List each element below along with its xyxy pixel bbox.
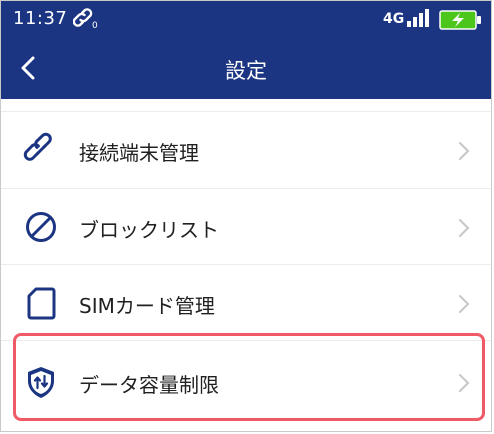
- settings-item-label: データ容量制限: [79, 373, 219, 397]
- signal-icon: [405, 7, 431, 33]
- settings-item-label: 接続端末管理: [79, 141, 199, 165]
- page-title: 設定: [225, 59, 267, 83]
- status-time: 11:37: [13, 8, 68, 29]
- network-type: 4G: [383, 11, 405, 27]
- status-bar: 11:37 0 4G: [1, 1, 491, 37]
- block-icon: [23, 209, 59, 245]
- chevron-right-icon: [457, 218, 471, 242]
- chevron-right-icon: [457, 373, 471, 397]
- link-icon: [23, 132, 59, 168]
- battery-charging-icon: [439, 10, 483, 34]
- chevron-right-icon: [457, 141, 471, 165]
- divider: [1, 340, 491, 341]
- screen: 11:37 0 4G 設定 接続端末管理 ブロックリスト SIMカード管理 デー…: [0, 0, 492, 432]
- svg-text:0: 0: [92, 21, 98, 30]
- data-limit-shield-icon: [23, 364, 59, 400]
- settings-item-label: SIMカード管理: [79, 294, 215, 318]
- sim-card-icon: [23, 285, 59, 321]
- settings-item-connected-devices[interactable]: 接続端末管理: [1, 112, 491, 188]
- settings-item-label: ブロックリスト: [79, 218, 219, 242]
- app-bar: 設定: [1, 37, 491, 99]
- chevron-right-icon: [457, 294, 471, 318]
- settings-item-data-limit[interactable]: データ容量制限: [1, 344, 491, 420]
- settings-item-block-list[interactable]: ブロックリスト: [1, 189, 491, 265]
- settings-list: 接続端末管理 ブロックリスト SIMカード管理 データ容量制限: [1, 99, 491, 431]
- link-off-icon: 0: [72, 6, 103, 34]
- settings-item-sim-card[interactable]: SIMカード管理: [1, 265, 491, 341]
